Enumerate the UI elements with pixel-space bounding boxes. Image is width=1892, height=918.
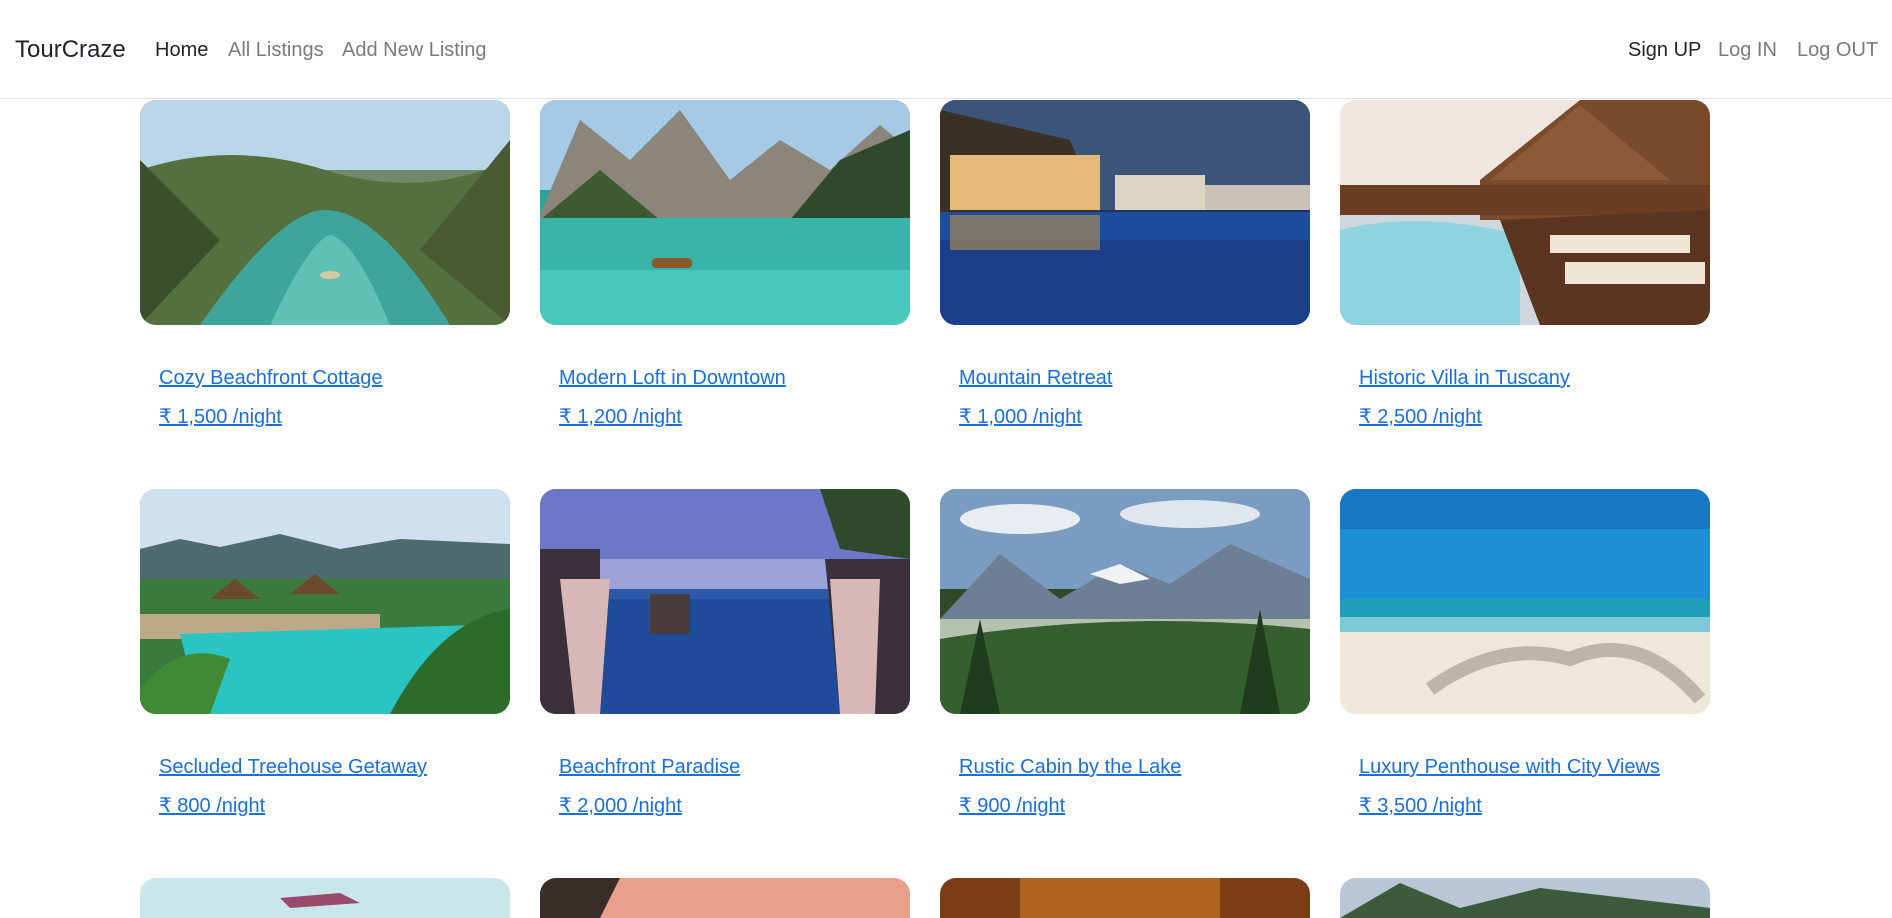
listing-price-link[interactable]: ₹ 3,500 /night <box>1359 793 1482 818</box>
listing-card[interactable]: Mountain Retreat ₹ 1,000 /night <box>940 100 1310 428</box>
listing-card[interactable]: Rustic Cabin by the Lake ₹ 900 /night <box>940 489 1310 817</box>
listing-price-link[interactable]: ₹ 1,000 /night <box>959 404 1082 429</box>
nav-log-out-link[interactable]: Log OUT <box>1797 39 1878 62</box>
listing-image-partial[interactable] <box>140 878 510 918</box>
listing-card[interactable]: Beachfront Paradise ₹ 2,000 /night <box>540 489 910 817</box>
listing-title-link[interactable]: Mountain Retreat <box>959 367 1112 390</box>
listing-image-partial[interactable] <box>940 878 1310 918</box>
listing-card[interactable]: Secluded Treehouse Getaway ₹ 800 /night <box>140 489 510 817</box>
brand-logo[interactable]: TourCraze <box>15 36 126 64</box>
listing-card[interactable]: Luxury Penthouse with City Views ₹ 3,500… <box>1340 489 1710 817</box>
nav-sign-up-link[interactable]: Sign UP <box>1628 39 1701 62</box>
listing-card[interactable]: Modern Loft in Downtown ₹ 1,200 /night <box>540 100 910 428</box>
listing-title-link[interactable]: Historic Villa in Tuscany <box>1359 367 1570 390</box>
listing-card[interactable]: Historic Villa in Tuscany ₹ 2,500 /night <box>1340 100 1710 428</box>
nav-log-in-link[interactable]: Log IN <box>1718 39 1777 62</box>
listing-title-link[interactable]: Rustic Cabin by the Lake <box>959 756 1181 779</box>
listing-title-link[interactable]: Modern Loft in Downtown <box>559 367 786 390</box>
listing-image[interactable] <box>1340 100 1710 325</box>
listing-title-link[interactable]: Secluded Treehouse Getaway <box>159 756 427 779</box>
listing-image[interactable] <box>140 100 510 325</box>
nav-home-link[interactable]: Home <box>155 39 208 62</box>
listing-image[interactable] <box>940 489 1310 714</box>
listing-image[interactable] <box>540 489 910 714</box>
nav-add-new-listing-link[interactable]: Add New Listing <box>342 39 487 62</box>
nav-all-listings-link[interactable]: All Listings <box>228 39 324 62</box>
listing-price-link[interactable]: ₹ 2,000 /night <box>559 793 682 818</box>
listing-title-link[interactable]: Luxury Penthouse with City Views <box>1359 756 1660 779</box>
listing-price-link[interactable]: ₹ 2,500 /night <box>1359 404 1482 429</box>
listing-image[interactable] <box>140 489 510 714</box>
listing-price-link[interactable]: ₹ 1,500 /night <box>159 404 282 429</box>
listing-image[interactable] <box>940 100 1310 325</box>
listing-title-link[interactable]: Beachfront Paradise <box>559 756 740 779</box>
listing-image[interactable] <box>1340 489 1710 714</box>
listing-image[interactable] <box>540 100 910 325</box>
listing-image-partial[interactable] <box>540 878 910 918</box>
listing-card[interactable]: Cozy Beachfront Cottage ₹ 1,500 /night <box>140 100 510 428</box>
top-navbar: TourCraze Home All Listings Add New List… <box>0 0 1892 99</box>
listing-title-link[interactable]: Cozy Beachfront Cottage <box>159 367 382 390</box>
listing-price-link[interactable]: ₹ 900 /night <box>959 793 1065 818</box>
listing-price-link[interactable]: ₹ 800 /night <box>159 793 265 818</box>
listing-price-link[interactable]: ₹ 1,200 /night <box>559 404 682 429</box>
listing-image-partial[interactable] <box>1340 878 1710 918</box>
